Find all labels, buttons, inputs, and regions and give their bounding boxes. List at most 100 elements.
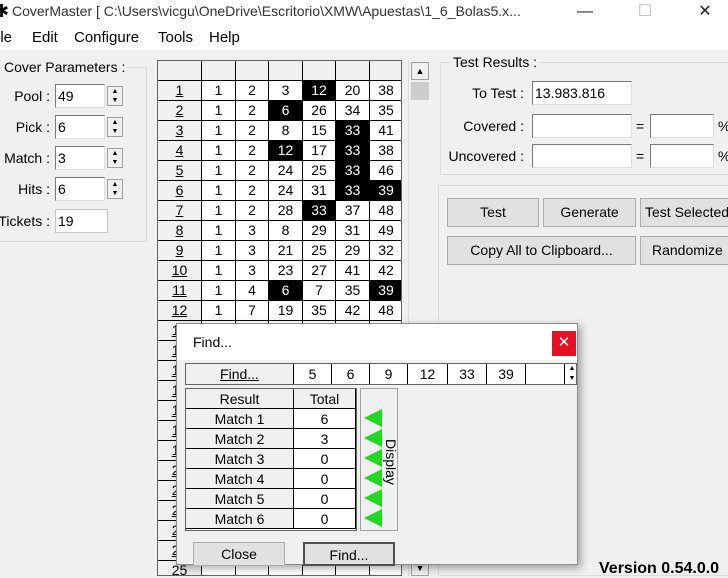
ticket-number-cell[interactable]: 41 [370, 121, 401, 141]
ticket-number-cell[interactable]: 35 [370, 101, 401, 121]
ticket-number-cell[interactable]: 33 [303, 201, 336, 221]
ticket-number-cell[interactable]: 3 [236, 241, 269, 261]
ticket-number-cell[interactable]: 2 [236, 81, 269, 101]
ticket-row[interactable]: 5 1 2 24 25 33 46 [158, 161, 401, 181]
menu-edit[interactable]: Edit [32, 29, 58, 46]
match-indicator-icon[interactable] [364, 429, 382, 447]
ticket-row[interactable]: 2 1 2 6 26 34 35 [158, 101, 401, 121]
scroll-up-arrow-icon[interactable]: ▲ [411, 62, 429, 80]
ticket-number-cell[interactable]: 15 [303, 121, 336, 141]
ticket-row-number[interactable]: 10 [158, 261, 202, 281]
ticket-number-cell[interactable]: 2 [236, 101, 269, 121]
ticket-number-cell[interactable]: 29 [336, 241, 370, 261]
ticket-number-cell[interactable]: 8 [269, 221, 303, 241]
ticket-number-cell[interactable]: 20 [336, 81, 370, 101]
pick-spinner[interactable]: ▲ ▼ [107, 117, 123, 137]
find-spinner-icon[interactable]: ▲ ▼ [567, 364, 577, 384]
ticket-number-cell[interactable]: 26 [303, 101, 336, 121]
ticket-number-cell[interactable]: 27 [303, 261, 336, 281]
ticket-number-cell[interactable]: 48 [370, 301, 401, 321]
ticket-row-number[interactable]: 9 [158, 241, 202, 261]
ticket-number-cell[interactable]: 1 [202, 121, 236, 141]
ticket-number-cell[interactable]: 19 [269, 301, 303, 321]
find-number[interactable]: 6 [332, 364, 370, 384]
ticket-number-cell[interactable]: 1 [202, 161, 236, 181]
find-number[interactable]: 39 [487, 364, 526, 384]
ticket-number-cell[interactable]: 7 [303, 281, 336, 301]
ticket-number-cell[interactable]: 29 [303, 221, 336, 241]
ticket-number-cell[interactable]: 24 [269, 181, 303, 201]
ticket-row[interactable]: 9 1 3 21 25 29 32 [158, 241, 401, 261]
ticket-number-cell[interactable]: 35 [303, 301, 336, 321]
ticket-number-cell[interactable]: 33 [336, 121, 370, 141]
close-window-button[interactable]: ✕ [682, 0, 728, 26]
ticket-number-cell[interactable]: 46 [370, 161, 401, 181]
ticket-number-cell[interactable]: 37 [336, 201, 370, 221]
ticket-number-cell[interactable]: 1 [202, 281, 236, 301]
ticket-number-cell[interactable]: 1 [202, 181, 236, 201]
ticket-number-cell[interactable]: 42 [336, 301, 370, 321]
ticket-number-cell[interactable]: 49 [370, 221, 401, 241]
find-number[interactable]: 33 [448, 364, 487, 384]
ticket-number-cell[interactable]: 1 [202, 141, 236, 161]
ticket-row-number[interactable]: 5 [158, 161, 202, 181]
ticket-row-number[interactable]: 4 [158, 141, 202, 161]
ticket-number-cell[interactable]: 12 [269, 141, 303, 161]
ticket-number-cell[interactable]: 1 [202, 201, 236, 221]
display-panel[interactable]: Display [360, 388, 399, 531]
ticket-row-number[interactable]: 6 [158, 181, 202, 201]
ticket-number-cell[interactable]: 2 [236, 161, 269, 181]
copy-all-button[interactable]: Copy All to Clipboard... [447, 236, 636, 265]
ticket-number-cell[interactable]: 8 [269, 121, 303, 141]
match-indicator-icon[interactable] [364, 489, 382, 507]
ticket-number-cell[interactable]: 28 [269, 201, 303, 221]
ticket-number-cell[interactable]: 2 [236, 201, 269, 221]
ticket-row[interactable]: 4 1 2 12 17 33 38 [158, 141, 401, 161]
randomize-button[interactable]: Randomize [640, 236, 728, 265]
ticket-row[interactable]: 1 1 2 3 12 20 38 [158, 81, 401, 101]
hits-field[interactable]: 6 [55, 177, 105, 201]
ticket-number-cell[interactable]: 1 [202, 221, 236, 241]
ticket-row-number[interactable]: 7 [158, 201, 202, 221]
ticket-number-cell[interactable]: 42 [370, 261, 401, 281]
menu-file[interactable]: ile [0, 29, 12, 46]
find-number[interactable]: 9 [370, 364, 408, 384]
ticket-number-cell[interactable]: 6 [269, 281, 303, 301]
ticket-number-cell[interactable]: 1 [202, 81, 236, 101]
ticket-number-cell[interactable]: 3 [269, 81, 303, 101]
ticket-number-cell[interactable]: 39 [370, 281, 401, 301]
pool-field[interactable]: 49 [55, 84, 105, 108]
match-field[interactable]: 3 [55, 146, 105, 170]
ticket-row[interactable]: 12 1 7 19 35 42 48 [158, 301, 401, 321]
ticket-number-cell[interactable]: 31 [336, 221, 370, 241]
ticket-row[interactable]: 8 1 3 8 29 31 49 [158, 221, 401, 241]
ticket-number-cell[interactable]: 17 [303, 141, 336, 161]
ticket-number-cell[interactable]: 38 [370, 81, 401, 101]
ticket-number-cell[interactable]: 25 [303, 161, 336, 181]
ticket-number-cell[interactable]: 1 [202, 301, 236, 321]
ticket-number-cell[interactable]: 33 [336, 161, 370, 181]
ticket-row[interactable]: 6 1 2 24 31 33 39 [158, 181, 401, 201]
ticket-row-number[interactable]: 3 [158, 121, 202, 141]
menu-help[interactable]: Help [209, 29, 240, 46]
ticket-number-cell[interactable]: 32 [370, 241, 401, 261]
test-selected-button[interactable]: Test Selected [640, 198, 728, 227]
ticket-number-cell[interactable]: 33 [336, 141, 370, 161]
ticket-number-cell[interactable]: 1 [202, 241, 236, 261]
ticket-number-cell[interactable]: 6 [269, 101, 303, 121]
ticket-number-cell[interactable]: 2 [236, 181, 269, 201]
find-row-header[interactable]: Find... [186, 364, 294, 384]
ticket-number-cell[interactable]: 25 [303, 241, 336, 261]
ticket-number-cell[interactable]: 2 [236, 121, 269, 141]
ticket-number-cell[interactable]: 35 [336, 281, 370, 301]
pool-spinner[interactable]: ▲ ▼ [107, 86, 123, 106]
ticket-number-cell[interactable]: 48 [370, 201, 401, 221]
menu-tools[interactable]: Tools [158, 29, 193, 46]
test-button[interactable]: Test [447, 198, 539, 227]
ticket-row[interactable]: 3 1 2 8 15 33 41 [158, 121, 401, 141]
ticket-row-number[interactable]: 12 [158, 301, 202, 321]
menu-configure[interactable]: Configure [74, 29, 139, 46]
hits-spinner[interactable]: ▲ ▼ [107, 179, 123, 199]
ticket-number-cell[interactable]: 3 [236, 261, 269, 281]
ticket-number-cell[interactable]: 24 [269, 161, 303, 181]
